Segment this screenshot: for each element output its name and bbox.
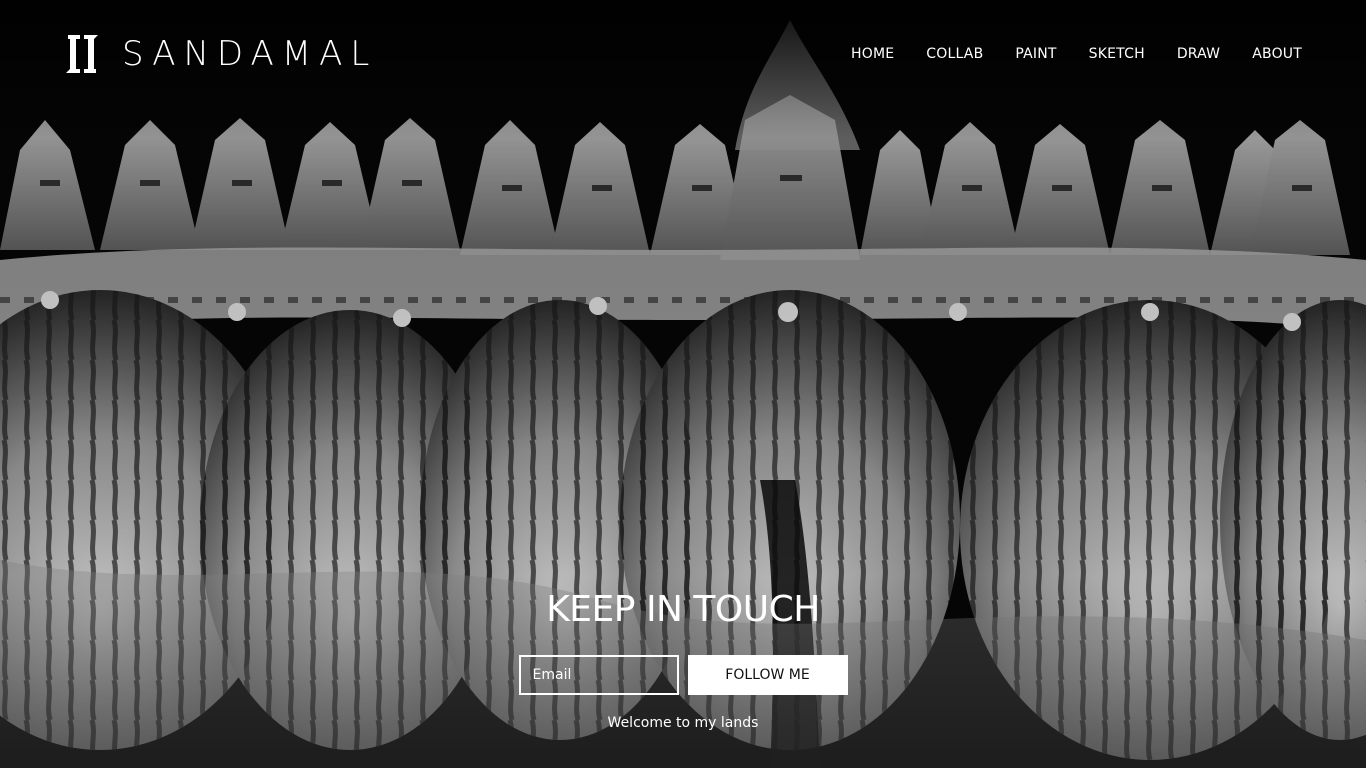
welcome-text: Welcome to my lands <box>607 715 759 731</box>
keep-in-touch-section: KEEP IN TOUCH FOLLOW ME Welcome to my la… <box>0 585 1366 731</box>
brand-name: SANDAMAL <box>122 34 378 74</box>
main-nav: HOME COLLAB PAINT SKETCH DRAW ABOUT <box>851 44 1302 64</box>
follow-me-button[interactable]: FOLLOW ME <box>687 655 848 695</box>
page: SANDAMAL HOME COLLAB PAINT SKETCH DRAW A… <box>0 0 1366 768</box>
sandamal-monogram-icon <box>66 35 98 73</box>
nav-item-paint[interactable]: PAINT <box>1015 44 1056 64</box>
nav-item-draw[interactable]: DRAW <box>1177 44 1220 64</box>
top-bar: SANDAMAL HOME COLLAB PAINT SKETCH DRAW A… <box>0 0 1366 110</box>
nav-item-about[interactable]: ABOUT <box>1252 44 1302 64</box>
subscribe-form: FOLLOW ME <box>0 655 1366 695</box>
nav-item-home[interactable]: HOME <box>851 44 894 64</box>
nav-item-collab[interactable]: COLLAB <box>926 44 983 64</box>
section-title: KEEP IN TOUCH <box>546 589 820 630</box>
email-field[interactable] <box>518 655 679 695</box>
brand-logo[interactable]: SANDAMAL <box>64 33 377 75</box>
nav-item-sketch[interactable]: SKETCH <box>1089 44 1145 64</box>
